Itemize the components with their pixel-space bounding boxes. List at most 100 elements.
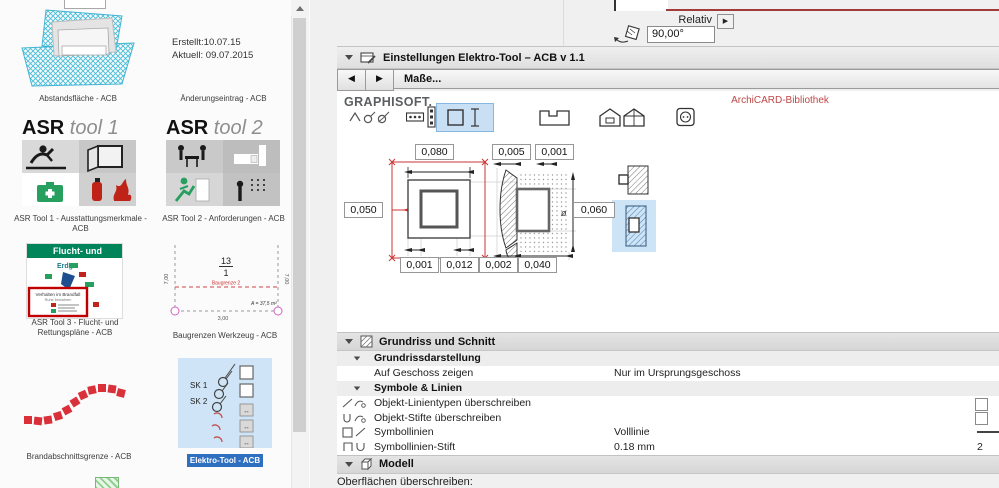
dimension-mode-selected[interactable]	[436, 103, 494, 132]
group-symbole-linien[interactable]: Symbole & Linien	[337, 381, 999, 396]
asr2-thumbnail[interactable]: ASR tool 2	[166, 116, 280, 206]
floorplan-icon[interactable]	[536, 106, 574, 128]
section-grundriss-und-schnitt[interactable]: Grundriss und Schnitt	[337, 332, 999, 351]
asr2-pictograms	[166, 140, 280, 206]
pen-override-icon	[343, 413, 366, 423]
group-collapse-icon-2[interactable]	[353, 386, 361, 391]
symbol-lines-icon	[342, 427, 366, 438]
symbol-pen-number[interactable]: 2	[977, 441, 983, 453]
relativ-flyout-button[interactable]: ▶	[717, 14, 734, 29]
group-grundrissdarstellung-label: Grundrissdarstellung	[374, 352, 481, 364]
surface-mount-option[interactable]	[618, 165, 649, 195]
abstandsflaeche-label[interactable]: Abstandsfläche - ACB	[8, 94, 148, 104]
dim-input-left-height[interactable]: 0,050	[344, 202, 383, 218]
row-symbol-pen-value[interactable]: 0.18 mm	[614, 441, 655, 453]
dim-input-top-width[interactable]: 0,080	[415, 144, 454, 160]
aenderungseintrag-label[interactable]: Änderungseintrag - ACB	[156, 94, 291, 104]
dim-input-top-cover[interactable]: 0,005	[492, 144, 531, 160]
dialog-settings-icon	[360, 51, 376, 64]
asr3-sign-sub: Ruhe bewahren	[45, 298, 72, 302]
diameter-sign: ø	[561, 208, 567, 218]
row-objekt-stifte: Objekt-Stifte überschreiben	[337, 410, 999, 426]
dim-input-bottom-3[interactable]: 0,002	[479, 257, 518, 273]
toolbar-separator	[563, 0, 564, 46]
baugrenzen-red-label: Baugrenze 2	[212, 281, 241, 287]
dim-input-bottom-4[interactable]: 0,040	[518, 257, 557, 273]
library-scrollbar-thumb[interactable]	[293, 18, 306, 432]
elektro-tool-label-wrap: Elektro-Tool - ACB	[178, 450, 272, 468]
surface-override-label: Oberflächen überschreiben:	[337, 476, 473, 488]
asr2-label[interactable]: ASR Tool 2 - Anforderungen - ACB	[156, 214, 291, 224]
elektro-sk1-text: SK 1	[190, 381, 208, 390]
row-story-value[interactable]: Nur im Ursprungsgeschoss	[614, 367, 741, 379]
collapse-arrow-icon[interactable]	[345, 55, 353, 60]
asr1-label[interactable]: ASR Tool 1 - Ausstattungsmerkmale - ACB	[8, 214, 153, 234]
flush-mount-option-selected[interactable]	[612, 200, 656, 252]
strip-socket-icon[interactable]	[406, 105, 436, 129]
group-collapse-icon[interactable]	[353, 356, 361, 361]
row-symbol-pen-label: Symbollinien-Stift	[374, 440, 456, 453]
rotation-angle-input[interactable]: 90,00°	[647, 26, 715, 43]
cropped-field-above	[614, 0, 668, 11]
dim-input-bottom-2[interactable]: 0,012	[440, 257, 479, 273]
line-type-sample[interactable]	[977, 431, 999, 433]
row-pens-label: Objekt-Stifte überschreiben	[374, 411, 502, 424]
relativ-label: Relativ	[678, 14, 712, 26]
dialog-title-bar[interactable]: Einstellungen Elektro-Tool – ACB v 1.1	[337, 46, 999, 69]
asr1-thumbnail[interactable]: ASR tool 1	[22, 116, 140, 206]
dim-input-right-diameter[interactable]: 0,060	[573, 202, 615, 218]
baugrenzen-frac-top: 13	[221, 256, 231, 266]
asr3-plan-header: Flucht- und	[27, 244, 122, 258]
group-grundrissdarstellung[interactable]: Grundrissdarstellung	[337, 351, 999, 366]
group-symbole-linien-label: Symbole & Linien	[374, 382, 463, 394]
baugrenzen-frac-bottom: 1	[223, 268, 228, 278]
row-story-label: Auf Geschoss zeigen	[374, 367, 474, 379]
panel-next-button[interactable]: ▶	[365, 69, 394, 91]
row-linetypes-label: Objekt-Linientypen überschreiben	[374, 397, 532, 409]
dim-input-top-gap[interactable]: 0,001	[535, 144, 574, 160]
section-modell-collapse-icon[interactable]	[345, 461, 353, 467]
model-cube-icon	[360, 457, 373, 470]
symbol-set-icon[interactable]	[347, 108, 391, 128]
section-modell[interactable]: Modell	[337, 454, 999, 474]
dim-input-bottom-1[interactable]: 0,001	[400, 257, 439, 273]
baugrenzen-dim-right: 7,00	[283, 274, 289, 285]
dialog-title: Einstellungen Elektro-Tool – ACB v 1.1	[383, 51, 585, 64]
asr1-pictograms	[22, 140, 136, 206]
baugrenzen-thumbnail[interactable]: 7,00 7,00 13 1 Baugrenze 2 A = 37,5 m² 3…	[163, 241, 290, 325]
asr3-thumbnail[interactable]: Flucht- und Erdge Verhalten im Brandfall…	[26, 243, 123, 319]
brandabschnittsgrenze-label[interactable]: Brandabschnittsgrenze - ACB	[8, 452, 150, 462]
row-symbol-lines-value[interactable]: Volllinie	[614, 426, 650, 438]
library-scrollbar-up-button[interactable]	[291, 0, 308, 16]
aktuell-line: Aktuell: 09.07.2015	[172, 50, 254, 61]
baugrenzen-label[interactable]: Baugrenzen Werkzeug - ACB	[156, 331, 294, 341]
panel-tab-masse[interactable]: Maße...	[393, 69, 999, 89]
asr3-plan-body: Erdge Verhalten im Brandfall Ruhe bewahr…	[27, 263, 99, 318]
baugrenzen-width: 3,00	[218, 316, 229, 322]
row-symbollinien: Symbollinien Volllinie	[337, 425, 999, 441]
elektro-tool-thumbnail[interactable]: SK 1 SK 2 ↔ ↔ ↔	[178, 358, 272, 448]
plan-section-icon	[360, 335, 373, 348]
section-collapse-icon[interactable]	[345, 339, 353, 344]
pens-checkbox[interactable]	[975, 412, 988, 425]
rotation-angle-icon	[614, 25, 640, 43]
abstandsflaeche-thumbnail[interactable]	[18, 6, 138, 90]
svg-text:↔: ↔	[243, 408, 250, 415]
partial-thumbnail-below	[95, 477, 119, 488]
erstellt-line: Erstellt:10.07.15	[172, 37, 241, 48]
panel-prev-button[interactable]: ◀	[337, 69, 366, 91]
asr3-label[interactable]: ASR Tool 3 - Flucht- und Rettungspläne -…	[14, 318, 136, 338]
row-objekt-linientypen: Objekt-Linientypen überschreiben	[337, 396, 999, 412]
scroll-up-icon	[295, 5, 304, 11]
socket-symbol-icon[interactable]	[675, 106, 697, 128]
elektro-tool-label[interactable]: Elektro-Tool - ACB	[186, 454, 264, 467]
elevation-views-icon[interactable]	[596, 105, 648, 129]
row-symbol-lines-label: Symbollinien	[374, 426, 434, 438]
aenderungseintrag-thumbnail[interactable]: Erstellt:10.07.15 Aktuell: 09.07.2015	[172, 36, 253, 62]
brandabschnittsgrenze-thumbnail[interactable]	[20, 366, 128, 442]
symbol-pen-icon	[343, 441, 365, 451]
section-grundriss-title: Grundriss und Schnitt	[379, 335, 496, 348]
asr1-thumb-title: ASR tool 1	[22, 117, 119, 139]
linetypes-checkbox[interactable]	[975, 397, 988, 411]
linetype-override-icon	[342, 398, 366, 408]
